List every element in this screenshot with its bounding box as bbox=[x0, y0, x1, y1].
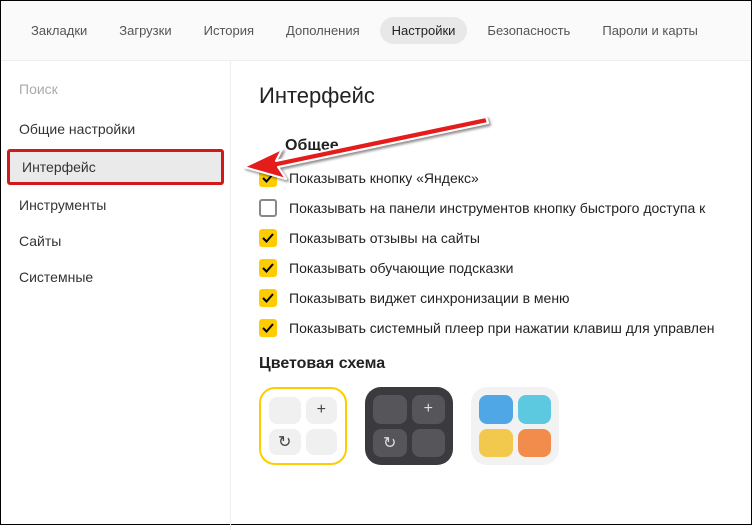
option-row[interactable]: Показывать виджет синхронизации в меню bbox=[259, 289, 723, 307]
sidebar-item-tools[interactable]: Инструменты bbox=[1, 187, 230, 223]
nav-addons[interactable]: Дополнения bbox=[274, 17, 372, 44]
option-label: Показывать системный плеер при нажатии к… bbox=[289, 320, 715, 336]
page-title: Интерфейс bbox=[259, 83, 723, 109]
main-content: Интерфейс Общее Показывать кнопку «Яндек… bbox=[231, 61, 751, 530]
nav-downloads[interactable]: Загрузки bbox=[107, 17, 183, 44]
nav-passwords[interactable]: Пароли и карты bbox=[590, 17, 710, 44]
checkbox-icon[interactable] bbox=[259, 229, 277, 247]
refresh-icon: ↻ bbox=[269, 429, 301, 456]
option-label: Показывать кнопку «Яндекс» bbox=[289, 170, 479, 186]
tile bbox=[479, 429, 513, 458]
tile bbox=[479, 395, 513, 424]
nav-bookmarks[interactable]: Закладки bbox=[19, 17, 99, 44]
option-row[interactable]: Показывать обучающие подсказки bbox=[259, 259, 723, 277]
scheme-dark[interactable]: + ↻ bbox=[365, 387, 453, 465]
nav-history[interactable]: История bbox=[192, 17, 266, 44]
sidebar: Поиск Общие настройки Интерфейс Инструме… bbox=[1, 61, 231, 530]
section-general-heading: Общее bbox=[285, 137, 723, 155]
tile bbox=[373, 395, 407, 424]
option-row[interactable]: Показывать кнопку «Яндекс» bbox=[259, 169, 723, 187]
option-label: Показывать обучающие подсказки bbox=[289, 260, 514, 276]
option-row[interactable]: Показывать на панели инструментов кнопку… bbox=[259, 199, 723, 217]
checkbox-icon[interactable] bbox=[259, 319, 277, 337]
search-input[interactable]: Поиск bbox=[1, 75, 230, 111]
checkbox-icon[interactable] bbox=[259, 199, 277, 217]
section-color-heading: Цветовая схема bbox=[259, 355, 723, 373]
plus-icon: + bbox=[306, 397, 338, 424]
sidebar-item-general[interactable]: Общие настройки bbox=[1, 111, 230, 147]
option-label: Показывать виджет синхронизации в меню bbox=[289, 290, 570, 306]
tile bbox=[306, 429, 338, 456]
sidebar-item-system[interactable]: Системные bbox=[1, 259, 230, 295]
top-nav: Закладки Загрузки История Дополнения Нас… bbox=[1, 1, 751, 61]
nav-security[interactable]: Безопасность bbox=[475, 17, 582, 44]
nav-settings[interactable]: Настройки bbox=[380, 17, 468, 44]
option-label: Показывать на панели инструментов кнопку… bbox=[289, 200, 705, 216]
sidebar-item-interface[interactable]: Интерфейс bbox=[7, 149, 224, 185]
sidebar-item-sites[interactable]: Сайты bbox=[1, 223, 230, 259]
options-list: Показывать кнопку «Яндекс» Показывать на… bbox=[259, 169, 723, 337]
checkbox-icon[interactable] bbox=[259, 169, 277, 187]
tile bbox=[412, 429, 446, 458]
tile bbox=[269, 397, 301, 424]
refresh-icon: ↻ bbox=[373, 429, 407, 458]
color-schemes: + ↻ + ↻ bbox=[259, 387, 723, 465]
checkbox-icon[interactable] bbox=[259, 289, 277, 307]
option-label: Показывать отзывы на сайты bbox=[289, 230, 480, 246]
tile bbox=[518, 429, 552, 458]
checkbox-icon[interactable] bbox=[259, 259, 277, 277]
option-row[interactable]: Показывать отзывы на сайты bbox=[259, 229, 723, 247]
plus-icon: + bbox=[412, 395, 446, 424]
scheme-light[interactable]: + ↻ bbox=[259, 387, 347, 465]
scheme-color[interactable] bbox=[471, 387, 559, 465]
option-row[interactable]: Показывать системный плеер при нажатии к… bbox=[259, 319, 723, 337]
tile bbox=[518, 395, 552, 424]
